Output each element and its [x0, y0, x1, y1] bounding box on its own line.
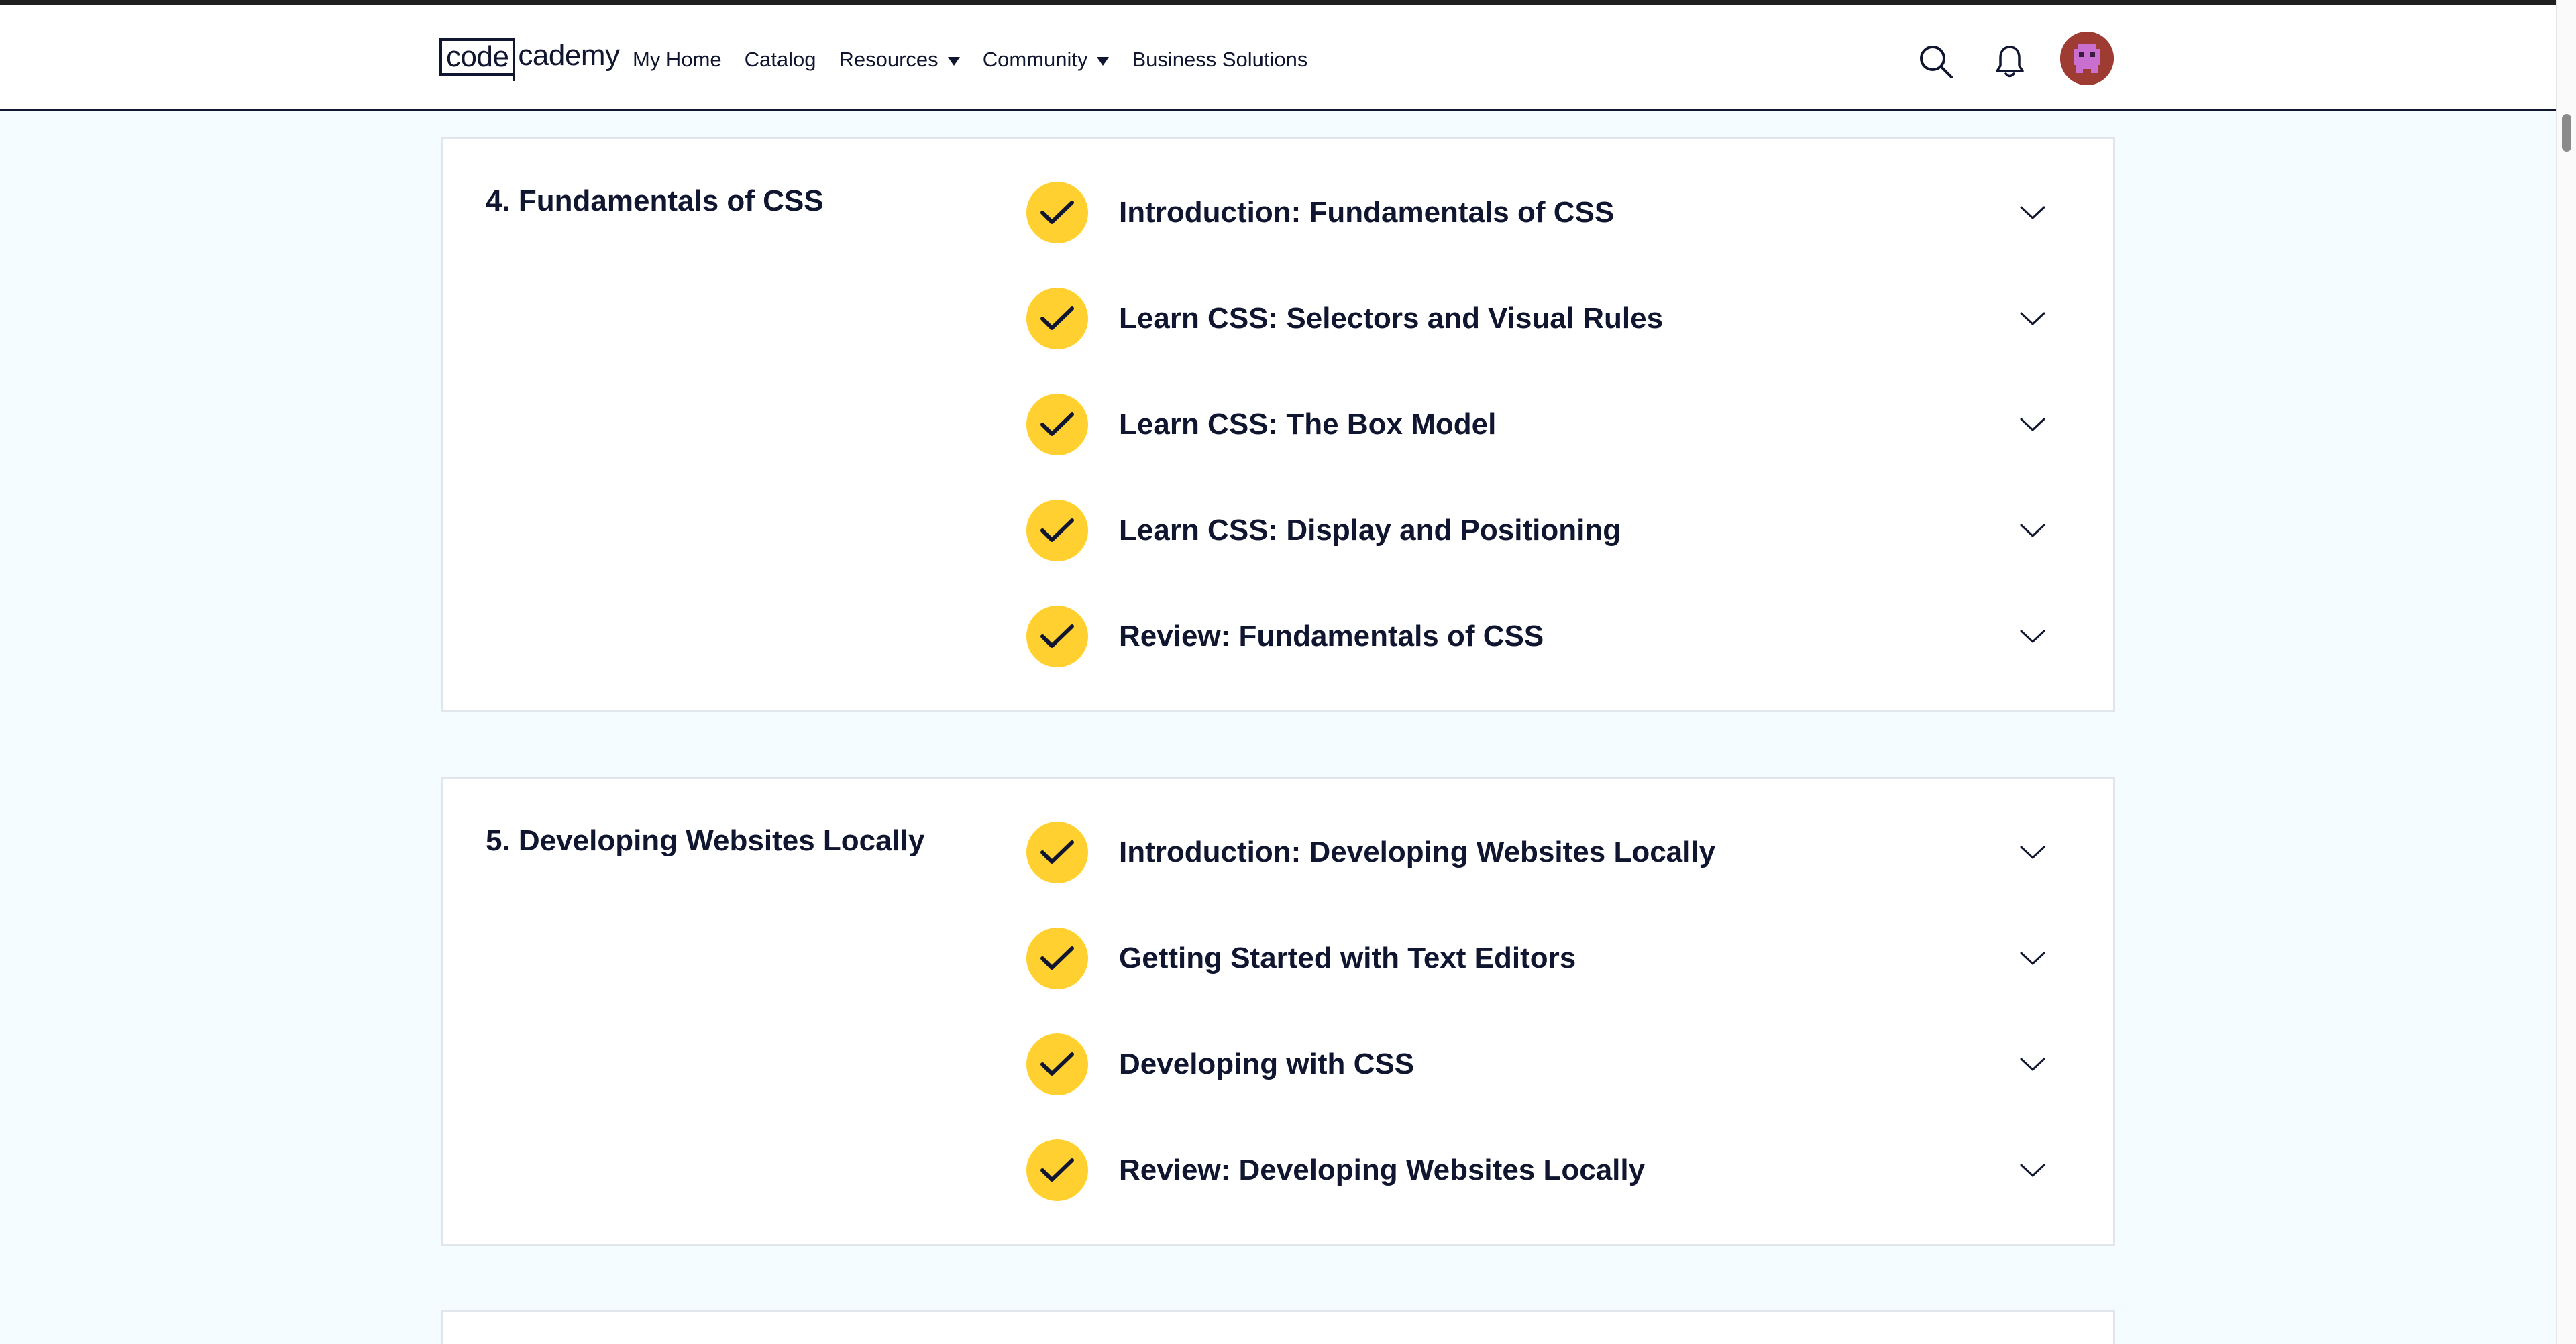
lesson-title: Review: Fundamentals of CSS: [1119, 620, 1544, 653]
nav-resources-label: Resources: [839, 48, 938, 71]
lesson-title: Learn CSS: Display and Positioning: [1119, 514, 1621, 547]
completed-check-icon: [1026, 1139, 1088, 1201]
bell-icon: [1996, 46, 2024, 78]
lesson-item[interactable]: Review: Developing Websites Locally: [1026, 1138, 2080, 1202]
lesson-item[interactable]: Getting Started with Text Editors: [1026, 926, 2080, 991]
nav-business-solutions[interactable]: Business Solutions: [1132, 48, 1307, 72]
lesson-item[interactable]: Introduction: Fundamentals of CSS: [1026, 180, 2080, 245]
lesson-item[interactable]: Introduction: Developing Websites Locall…: [1026, 820, 2080, 885]
lesson-title: Learn CSS: The Box Model: [1119, 408, 1497, 441]
chevron-down-icon[interactable]: [2019, 517, 2046, 544]
nav-resources[interactable]: Resources: [839, 48, 960, 72]
user-avatar[interactable]: [2060, 32, 2114, 85]
nav-my-home-label: My Home: [633, 48, 722, 71]
notifications-button[interactable]: [1994, 44, 2026, 79]
lesson-title: Introduction: Fundamentals of CSS: [1119, 196, 1615, 229]
nav-catalog-label: Catalog: [744, 48, 816, 71]
lesson-item[interactable]: Developing with CSS: [1026, 1032, 2080, 1097]
completed-check-icon: [1026, 1033, 1088, 1095]
caret-down-icon: [1097, 56, 1110, 66]
completed-check-icon: [1026, 500, 1088, 561]
chevron-down-icon[interactable]: [2019, 1157, 2046, 1184]
caret-down-icon: [947, 56, 960, 66]
codecademy-logo[interactable]: code cademy: [439, 37, 620, 81]
chevron-down-icon[interactable]: [2019, 1051, 2046, 1078]
module-card-partial: [441, 1310, 2115, 1344]
chevron-down-icon[interactable]: [2019, 199, 2046, 226]
chevron-down-icon[interactable]: [2019, 945, 2046, 972]
page-scrollbar[interactable]: [2556, 0, 2576, 1344]
lesson-title: Developing with CSS: [1119, 1048, 1415, 1080]
module-card: 5. Developing Websites Locally Introduct…: [441, 777, 2115, 1246]
chevron-down-icon[interactable]: [2019, 305, 2046, 332]
nav-community[interactable]: Community: [983, 48, 1110, 72]
lesson-title: Learn CSS: Selectors and Visual Rules: [1119, 302, 1664, 335]
completed-check-icon: [1026, 288, 1088, 349]
lesson-item[interactable]: Learn CSS: Display and Positioning: [1026, 498, 2080, 563]
search-icon: [1920, 46, 1953, 78]
lesson-title: Introduction: Developing Websites Locall…: [1119, 836, 1716, 869]
lesson-title: Review: Developing Websites Locally: [1119, 1154, 1646, 1186]
page: code cademy My Home Catalog Resources Co…: [0, 0, 2556, 1344]
completed-check-icon: [1026, 182, 1088, 243]
completed-check-icon: [1026, 394, 1088, 455]
scrollbar-thumb[interactable]: [2562, 114, 2571, 152]
chevron-down-icon[interactable]: [2019, 411, 2046, 438]
module-title: 5. Developing Websites Locally: [486, 824, 925, 857]
module-card: 4. Fundamentals of CSS Introduction: Fun…: [441, 137, 2115, 712]
main-nav: My Home Catalog Resources Community Busi…: [633, 44, 1307, 76]
search-button[interactable]: [1919, 44, 1953, 79]
lesson-item[interactable]: Review: Fundamentals of CSS: [1026, 604, 2080, 669]
logo-cademy-part: cademy: [518, 39, 620, 72]
chevron-down-icon[interactable]: [2019, 839, 2046, 866]
pixel-avatar-icon: [2060, 32, 2114, 85]
top-navigation-bar: code cademy My Home Catalog Resources Co…: [0, 0, 2556, 111]
completed-check-icon: [1026, 928, 1088, 989]
chevron-down-icon[interactable]: [2019, 623, 2046, 650]
logo-code-part: code: [439, 38, 516, 81]
lesson-title: Getting Started with Text Editors: [1119, 942, 1576, 974]
completed-check-icon: [1026, 606, 1088, 667]
nav-business-solutions-label: Business Solutions: [1132, 48, 1308, 71]
lesson-item[interactable]: Learn CSS: Selectors and Visual Rules: [1026, 286, 2080, 351]
nav-my-home[interactable]: My Home: [633, 48, 722, 72]
nav-community-label: Community: [982, 48, 1088, 71]
lesson-item[interactable]: Learn CSS: The Box Model: [1026, 392, 2080, 457]
completed-check-icon: [1026, 822, 1088, 883]
nav-catalog[interactable]: Catalog: [745, 48, 816, 72]
module-title: 4. Fundamentals of CSS: [486, 184, 824, 217]
